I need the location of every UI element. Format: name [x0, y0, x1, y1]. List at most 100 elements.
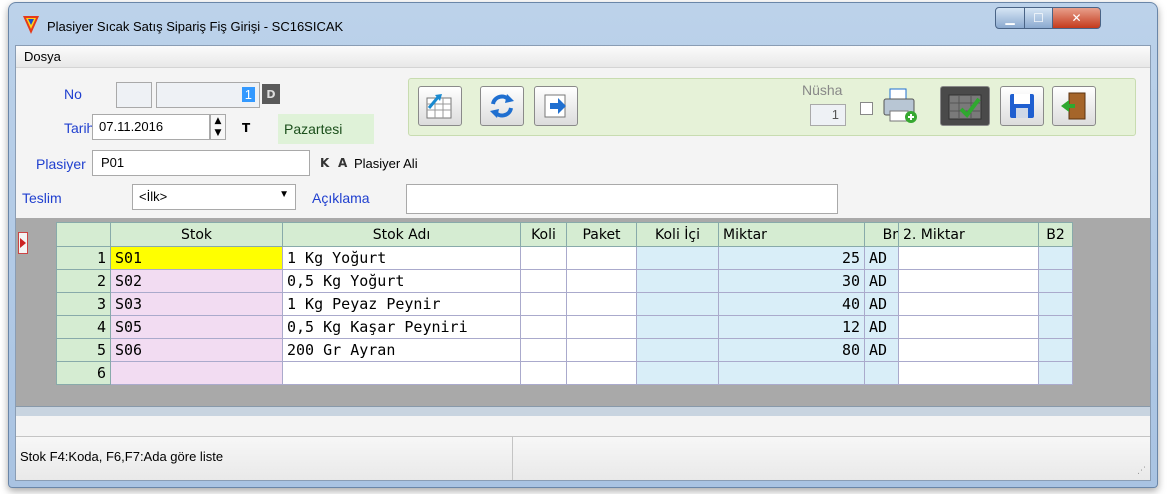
horizontal-scrollbar[interactable] — [16, 406, 1150, 416]
cell-paket[interactable] — [566, 361, 637, 385]
cell-b2[interactable] — [1038, 269, 1073, 293]
a-button[interactable]: A — [338, 156, 347, 170]
cell-stok[interactable]: S01 — [110, 246, 283, 270]
cell-miktar[interactable]: 40 — [718, 292, 865, 316]
column-header-miktar2[interactable]: 2. Miktar — [898, 222, 1039, 247]
cell-miktar2[interactable] — [898, 246, 1039, 270]
cell-stok[interactable]: S05 — [110, 315, 283, 339]
cell-stok-adi[interactable]: 1 Kg Peyaz Peynir — [282, 292, 521, 316]
cell-stok-adi[interactable]: 0,5 Kg Yoğurt — [282, 269, 521, 293]
cell-koli-ici[interactable] — [636, 292, 719, 316]
cell-stok-adi[interactable]: 200 Gr Ayran — [282, 338, 521, 362]
menu-item-dosya[interactable]: Dosya — [24, 49, 61, 64]
print-checkbox[interactable] — [860, 102, 873, 115]
refresh-button[interactable] — [480, 86, 524, 126]
cell-br[interactable]: AD — [864, 315, 899, 339]
tarih-field[interactable]: 07.11.2016 — [92, 114, 210, 140]
column-header-paket[interactable]: Paket — [566, 222, 637, 247]
table-row[interactable]: 6 — [56, 361, 1073, 385]
exit-button[interactable] — [1052, 86, 1096, 126]
cell-koli[interactable] — [520, 361, 567, 385]
cell-paket[interactable] — [566, 246, 637, 270]
cell-br[interactable] — [864, 361, 899, 385]
resize-grip-icon[interactable]: ⋰ — [1137, 466, 1146, 476]
cell-stok-adi[interactable] — [282, 361, 521, 385]
cell-stok[interactable] — [110, 361, 283, 385]
chevron-down-icon[interactable]: ▼ — [279, 189, 289, 200]
cell-stok[interactable]: S03 — [110, 292, 283, 316]
cell-koli-ici[interactable] — [636, 315, 719, 339]
check-table-button[interactable] — [940, 86, 990, 126]
cell-koli-ici[interactable] — [636, 338, 719, 362]
cell-koli-ici[interactable] — [636, 269, 719, 293]
table-row[interactable]: 3 S03 1 Kg Peyaz Peynir 40 AD — [56, 292, 1073, 316]
cell-miktar2[interactable] — [898, 292, 1039, 316]
cell-koli[interactable] — [520, 338, 567, 362]
cell-stok[interactable]: S02 — [110, 269, 283, 293]
title-bar[interactable]: Plasiyer Sıcak Satış Sipariş Fiş Girişi … — [9, 3, 1157, 43]
cell-br[interactable]: AD — [864, 246, 899, 270]
maximize-button[interactable]: ☐ — [1025, 7, 1053, 29]
d-button[interactable]: D — [262, 84, 280, 104]
teslim-dropdown[interactable]: <İlk> ▼ — [132, 184, 296, 210]
column-header-stok-adi[interactable]: Stok Adı — [282, 222, 521, 247]
aciklama-field[interactable] — [406, 184, 838, 214]
close-button[interactable]: ✕ — [1053, 7, 1101, 29]
cell-br[interactable]: AD — [864, 292, 899, 316]
table-row[interactable]: 5 S06 200 Gr Ayran 80 AD — [56, 338, 1073, 362]
column-header-b2[interactable]: B2 — [1038, 222, 1073, 247]
cell-miktar2[interactable] — [898, 338, 1039, 362]
plasiyer-code-field[interactable]: P01 — [92, 150, 310, 176]
cell-stok-adi[interactable]: 0,5 Kg Kaşar Peyniri — [282, 315, 521, 339]
cell-paket[interactable] — [566, 338, 637, 362]
spin-up-icon[interactable]: ▲ — [211, 115, 225, 127]
cell-b2[interactable] — [1038, 246, 1073, 270]
nusha-field[interactable]: 1 — [810, 104, 846, 126]
save-button[interactable] — [1000, 86, 1044, 126]
table-row[interactable]: 1 S01 1 Kg Yoğurt 25 AD — [56, 246, 1073, 270]
minimize-button[interactable]: ▁ — [995, 7, 1025, 29]
cell-b2[interactable] — [1038, 338, 1073, 362]
cell-br[interactable]: AD — [864, 338, 899, 362]
new-grid-button[interactable] — [418, 86, 462, 126]
cell-koli-ici[interactable] — [636, 361, 719, 385]
cell-paket[interactable] — [566, 315, 637, 339]
no-field[interactable]: 1 — [156, 82, 260, 108]
cell-miktar[interactable]: 80 — [718, 338, 865, 362]
cell-paket[interactable] — [566, 292, 637, 316]
cell-koli-ici[interactable] — [636, 246, 719, 270]
no-prefix-field[interactable] — [116, 82, 152, 108]
cell-stok-adi[interactable]: 1 Kg Yoğurt — [282, 246, 521, 270]
column-header-miktar[interactable]: Miktar — [718, 222, 865, 247]
cell-b2[interactable] — [1038, 315, 1073, 339]
cell-miktar[interactable]: 25 — [718, 246, 865, 270]
cell-miktar2[interactable] — [898, 269, 1039, 293]
table-row[interactable]: 4 S05 0,5 Kg Kaşar Peyniri 12 AD — [56, 315, 1073, 339]
print-button[interactable] — [878, 86, 922, 126]
cell-paket[interactable] — [566, 269, 637, 293]
table-row[interactable]: 2 S02 0,5 Kg Yoğurt 30 AD — [56, 269, 1073, 293]
column-header-koli-ici[interactable]: Koli İçi — [636, 222, 719, 247]
cell-miktar[interactable]: 30 — [718, 269, 865, 293]
cell-miktar2[interactable] — [898, 315, 1039, 339]
column-header-koli[interactable]: Koli — [520, 222, 567, 247]
date-spinner[interactable]: ▲ ▼ — [210, 114, 226, 140]
cell-b2[interactable] — [1038, 361, 1073, 385]
k-button[interactable]: K — [320, 156, 329, 170]
cell-koli[interactable] — [520, 246, 567, 270]
cell-br[interactable]: AD — [864, 269, 899, 293]
cell-miktar[interactable]: 12 — [718, 315, 865, 339]
column-header-stok[interactable]: Stok — [110, 222, 283, 247]
cell-miktar[interactable] — [718, 361, 865, 385]
cell-miktar2[interactable] — [898, 361, 1039, 385]
cell-koli[interactable] — [520, 292, 567, 316]
cell-koli[interactable] — [520, 315, 567, 339]
column-header-br[interactable]: Br — [864, 222, 899, 247]
today-button[interactable]: T — [242, 121, 250, 135]
next-button[interactable] — [534, 86, 578, 126]
cell-stok[interactable]: S06 — [110, 338, 283, 362]
cell-koli[interactable] — [520, 269, 567, 293]
cell-b2[interactable] — [1038, 292, 1073, 316]
spin-down-icon[interactable]: ▼ — [211, 127, 225, 139]
arrow-right-icon — [544, 94, 566, 118]
